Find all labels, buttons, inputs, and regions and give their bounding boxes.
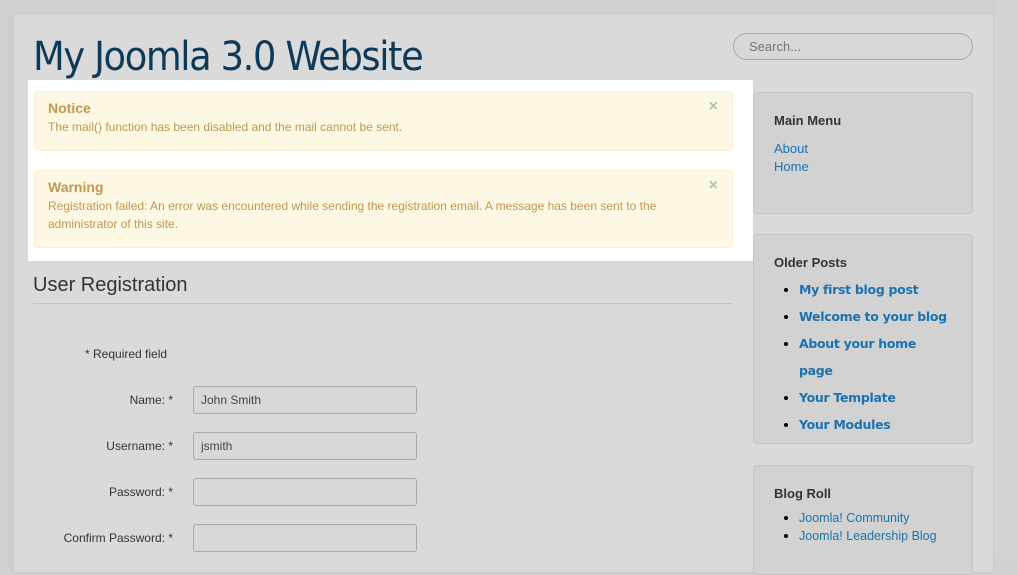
confirm-password-row: Confirm Password: * — [33, 524, 433, 552]
alert-message: The mail() function has been disabled an… — [48, 120, 403, 134]
module-title: Main Menu — [774, 113, 842, 128]
alert-message: Registration failed: An error was encoun… — [48, 199, 657, 231]
post-link[interactable]: About your home page — [799, 336, 916, 378]
page-edge — [995, 0, 1017, 559]
list-item: Your Modules — [799, 411, 952, 438]
list-item: Your Template — [799, 384, 952, 411]
required-note: * Required field — [85, 347, 168, 361]
name-row: Name: * — [33, 386, 433, 414]
username-row: Username: * — [33, 432, 433, 460]
password-label: Password: * — [108, 485, 173, 499]
list-item: Joomla! Leadership Blog — [799, 527, 952, 545]
module-title: Older Posts — [774, 255, 847, 270]
confirm-password-field[interactable] — [193, 524, 417, 552]
warning-alert: × Warning Registration failed: An error … — [34, 170, 733, 248]
site-title[interactable]: My Joomla 3.0 Website — [33, 34, 424, 80]
close-icon[interactable]: × — [709, 98, 718, 116]
list-item: My first blog post — [799, 276, 952, 303]
post-link[interactable]: Welcome to your blog — [799, 309, 947, 324]
search-input[interactable] — [733, 33, 973, 60]
name-label: Name: * — [129, 393, 173, 407]
username-field[interactable] — [193, 432, 417, 460]
list-item: Joomla! Community — [799, 509, 952, 527]
module-title: Blog Roll — [774, 486, 832, 501]
confirm-password-label: Confirm Password: * — [63, 531, 173, 545]
alert-heading: Notice — [48, 100, 91, 116]
blog-link[interactable]: Joomla! Community — [799, 511, 909, 525]
older-posts-module: Older Posts My first blog post Welcome t… — [753, 234, 973, 444]
username-label: Username: * — [106, 439, 173, 453]
name-field[interactable] — [193, 386, 417, 414]
alert-heading: Warning — [48, 179, 104, 195]
notice-alert: × Notice The mail() function has been di… — [34, 91, 733, 151]
post-link[interactable]: Your Template — [799, 390, 896, 405]
password-row: Password: * — [33, 478, 433, 506]
page-title: User Registration — [33, 274, 188, 296]
post-link[interactable]: My first blog post — [799, 282, 919, 297]
divider — [33, 303, 733, 304]
menu-item-home[interactable]: Home — [774, 158, 952, 176]
close-icon[interactable]: × — [709, 177, 718, 195]
menu-item-about[interactable]: About — [774, 140, 952, 158]
password-field[interactable] — [193, 478, 417, 506]
post-link[interactable]: Your Modules — [799, 417, 891, 432]
list-item: About your home page — [799, 330, 952, 384]
main-menu-module: Main Menu About Home — [753, 92, 973, 214]
list-item: Welcome to your blog — [799, 303, 952, 330]
blog-link[interactable]: Joomla! Leadership Blog — [799, 529, 937, 543]
